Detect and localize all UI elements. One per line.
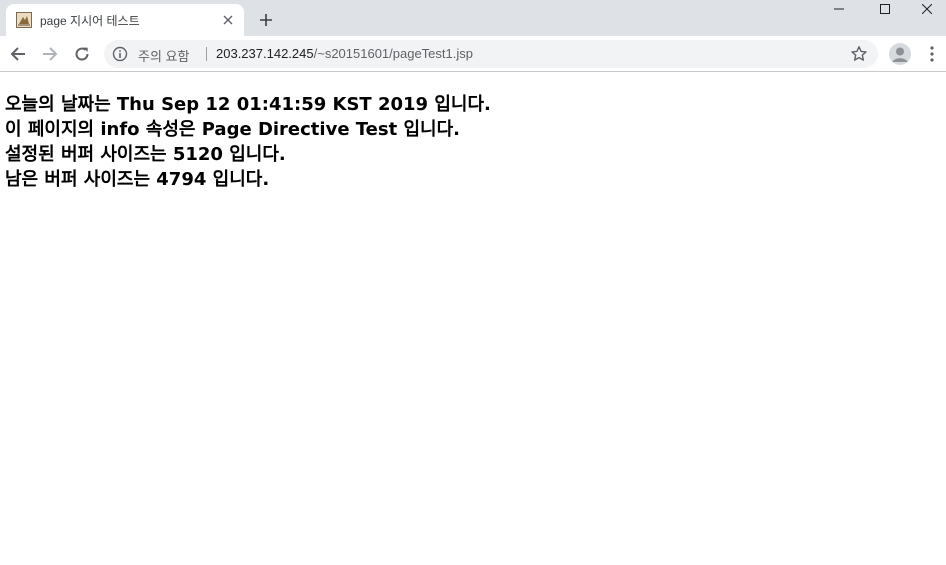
tab-strip: page 지시어 테스트 xyxy=(0,0,946,36)
avatar-icon[interactable] xyxy=(889,43,911,65)
address-divider xyxy=(206,47,207,61)
security-label[interactable]: 주의 요함 xyxy=(138,46,189,65)
info-line: 이 페이지의 info 속성은 Page Directive Test 입니다. xyxy=(5,119,460,140)
address-bar[interactable]: 주의 요함 203.237.142.245/~s20151601/pageTes… xyxy=(104,40,878,68)
minimize-icon[interactable] xyxy=(816,0,862,18)
page-content: 오늘의 날짜는 Thu Sep 12 01:41:59 KST 2019 입니다… xyxy=(5,92,935,192)
url-host: 203.237.142.245 xyxy=(216,46,314,61)
remaining-buffer-line: 남은 버퍼 사이즈는 4794 입니다. xyxy=(5,169,270,190)
browser-tab[interactable]: page 지시어 테스트 xyxy=(6,4,244,36)
date-line: 오늘의 날짜는 Thu Sep 12 01:41:59 KST 2019 입니다… xyxy=(5,94,491,115)
info-icon[interactable] xyxy=(112,46,128,62)
new-tab-button[interactable] xyxy=(254,8,278,32)
forward-arrow-icon[interactable] xyxy=(36,40,64,68)
url-path: /~s20151601/pageTest1.jsp xyxy=(313,46,473,61)
maximize-icon[interactable] xyxy=(862,0,908,18)
kebab-menu-icon[interactable] xyxy=(922,44,942,64)
browser-toolbar: 주의 요함 203.237.142.245/~s20151601/pageTes… xyxy=(0,36,946,72)
buffer-size-line: 설정된 버퍼 사이즈는 5120 입니다. xyxy=(5,144,286,165)
page-favicon-icon xyxy=(16,12,32,28)
window-close-icon[interactable] xyxy=(908,0,946,18)
tab-close-icon[interactable] xyxy=(218,10,238,30)
tab-title: page 지시어 테스트 xyxy=(40,14,140,28)
star-icon[interactable] xyxy=(850,45,868,63)
back-arrow-icon[interactable] xyxy=(4,40,32,68)
reload-icon[interactable] xyxy=(68,40,96,68)
url-text[interactable]: 203.237.142.245/~s20151601/pageTest1.jsp xyxy=(216,46,473,61)
